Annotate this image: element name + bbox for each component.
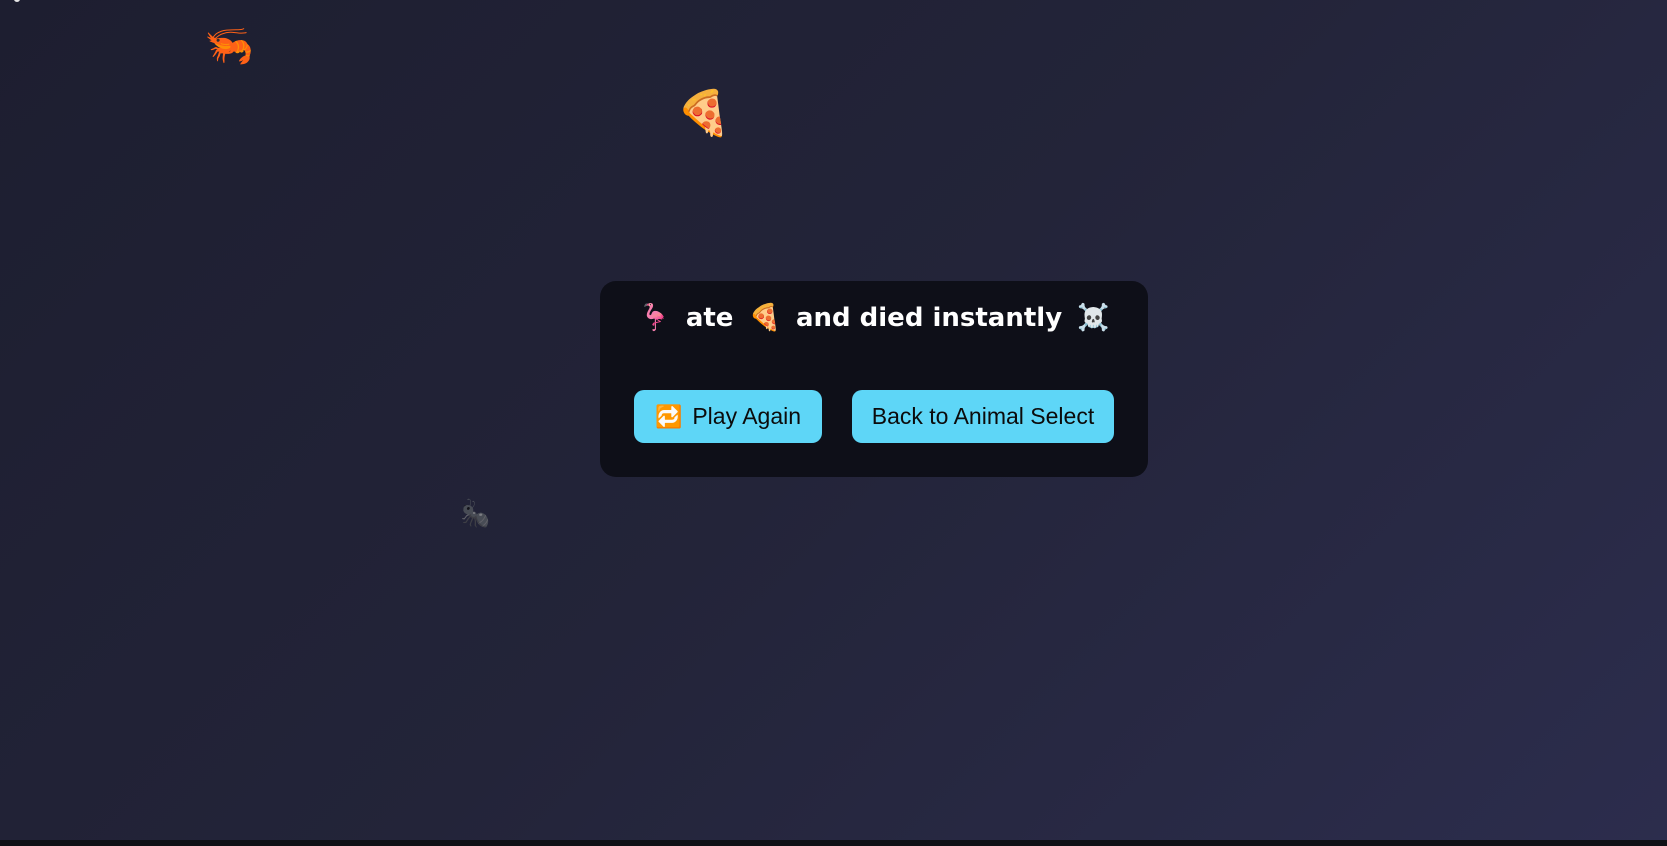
death-modal: 🦩 ate 🍕 and died instantly ☠️ 🔁 Play Aga… xyxy=(600,281,1148,477)
game-screen: { "game": { "sprites": { "shrimp": "🦐", … xyxy=(0,0,1667,846)
repeat-icon: 🔁 xyxy=(654,403,683,429)
skull-crossbones-icon: ☠️ xyxy=(1077,303,1110,333)
back-to-animal-select-label: Back to Animal Select xyxy=(871,403,1095,429)
back-to-animal-select-button[interactable]: Back to Animal Select xyxy=(852,390,1114,443)
pizza-icon: 🍕 xyxy=(748,303,781,333)
ant-sprite-icon: 🐜 xyxy=(455,495,497,535)
play-again-button[interactable]: 🔁 Play Again xyxy=(634,390,822,443)
death-message-outcome: and died instantly xyxy=(795,303,1063,333)
pizza-sprite-icon: 🍕 xyxy=(676,88,731,139)
bottom-bar xyxy=(0,840,1667,846)
shrimp-sprite-icon: 🦐 xyxy=(204,23,254,69)
death-message: 🦩 ate 🍕 and died instantly ☠️ xyxy=(600,303,1148,333)
flamingo-icon: 🦩 xyxy=(638,303,671,333)
corner-marker xyxy=(14,0,20,2)
death-message-verb: ate xyxy=(685,303,734,333)
play-again-label: Play Again xyxy=(692,403,802,429)
